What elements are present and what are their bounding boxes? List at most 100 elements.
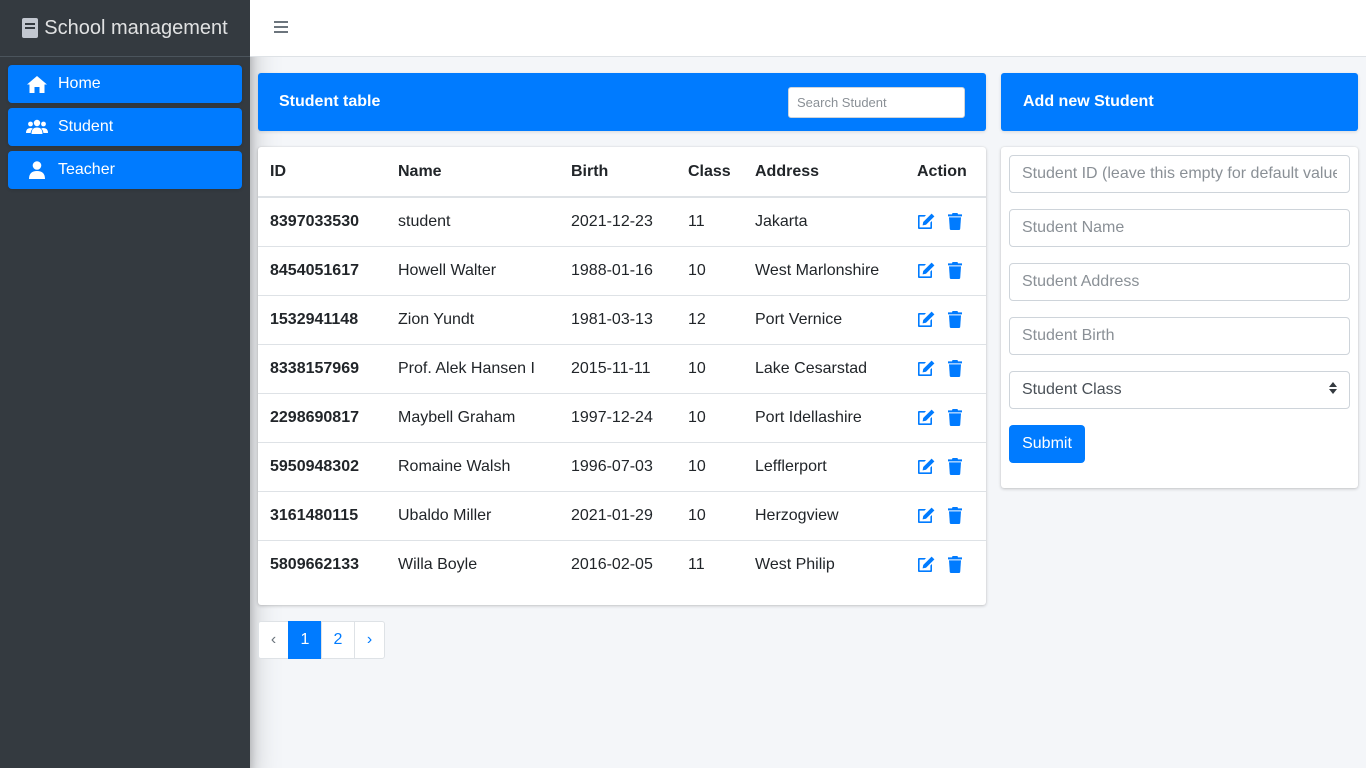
column-header-birth: Birth — [559, 147, 676, 198]
add-student-form: Student Class Submit — [1001, 147, 1358, 488]
student-name-cell: Maybell Graham — [386, 393, 559, 443]
edit-icon[interactable] — [917, 507, 935, 525]
trash-icon[interactable] — [946, 311, 964, 329]
table-row: 3161480115 Ubaldo Miller 2021-01-29 10 Herzo… — [258, 491, 986, 541]
student-table-card: ID Name Birth Class Address Action 83970… — [258, 147, 986, 605]
edit-icon[interactable] — [917, 213, 935, 231]
student-address-cell: West Philip — [755, 555, 835, 573]
student-class-cell: 10 — [676, 491, 743, 541]
student-address-field[interactable] — [1009, 263, 1350, 301]
student-id-cell: 8397033530 — [258, 197, 386, 247]
student-birth-cell: 1997-12-24 — [559, 393, 676, 443]
add-student-header: Add new Student — [1001, 73, 1358, 131]
sidebar: School management Home Student Teacher — [0, 0, 250, 768]
sidebar-item-student[interactable]: Student — [8, 108, 242, 146]
student-name-cell: Ubaldo Miller — [386, 491, 559, 541]
table-header-row: ID Name Birth Class Address Action — [258, 147, 986, 198]
student-birth-cell: 2021-01-29 — [559, 491, 676, 541]
table-row: 5950948302 Romaine Walsh 1996-07-03 10 Leffl… — [258, 442, 986, 492]
trash-icon[interactable] — [946, 458, 964, 476]
action-cell — [905, 491, 986, 541]
edit-icon[interactable] — [917, 458, 935, 476]
student-name-cell: Romaine Walsh — [386, 442, 559, 492]
column-header-action: Action — [905, 147, 986, 198]
app-title: School management — [44, 16, 228, 39]
student-name-cell: Willa Boyle — [398, 555, 478, 573]
student-address-cell: West Marlonshire — [743, 246, 905, 296]
student-class-cell: 11 — [688, 555, 705, 573]
student-address-cell: Port Idellashire — [743, 393, 905, 443]
edit-icon[interactable] — [917, 409, 935, 427]
top-navbar — [250, 0, 1366, 57]
student-id-cell: 3161480115 — [258, 491, 386, 541]
student-class-cell: 11 — [676, 197, 743, 247]
sidebar-nav: Home Student Teacher — [0, 57, 250, 202]
brand[interactable]: School management — [0, 0, 250, 57]
student-birth-field[interactable] — [1009, 317, 1350, 355]
student-id-cell: 5950948302 — [258, 442, 386, 492]
student-class-cell: 10 — [676, 344, 743, 394]
sidebar-item-label: Teacher — [58, 161, 115, 178]
student-table: ID Name Birth Class Address Action 83970… — [258, 147, 986, 589]
student-id-cell: 8338157969 — [258, 344, 386, 394]
student-table-header: Student table — [258, 73, 986, 131]
student-address-cell: Lefflerport — [743, 442, 905, 492]
search-input[interactable] — [788, 86, 965, 118]
student-class-cell: 10 — [676, 246, 743, 296]
student-class-select-value: Student Class — [1022, 381, 1122, 398]
edit-icon[interactable] — [917, 311, 935, 329]
student-name-cell: Prof. Alek Hansen I — [386, 344, 559, 394]
column-header-id: ID — [258, 147, 386, 198]
edit-icon[interactable] — [917, 262, 935, 280]
sidebar-item-home[interactable]: Home — [8, 65, 242, 103]
student-address-cell: Herzogview — [743, 491, 905, 541]
student-class-select[interactable]: Student Class — [1009, 371, 1350, 409]
student-address-cell: Lake Cesarstad — [743, 344, 905, 394]
pagination-prev[interactable]: ‹ — [258, 621, 289, 659]
pagination-page-1[interactable]: 1 — [288, 621, 322, 659]
table-row: 8397033530 student 2021-12-23 11 Jakarta — [258, 197, 986, 247]
sort-arrows-icon — [1329, 381, 1337, 399]
users-icon — [26, 118, 48, 136]
action-cell — [905, 344, 986, 394]
student-birth-cell: 2021-12-23 — [559, 197, 676, 247]
column-header-name: Name — [386, 147, 559, 198]
student-address-cell: Jakarta — [743, 197, 905, 247]
trash-icon[interactable] — [946, 262, 964, 280]
sidebar-item-label: Student — [58, 118, 114, 135]
trash-icon[interactable] — [946, 213, 964, 231]
pagination-page-2[interactable]: 2 — [321, 621, 355, 659]
table-row: 8454051617 Howell Walter 1988-01-16 10 West … — [258, 246, 986, 296]
trash-icon[interactable] — [946, 507, 964, 525]
student-id-cell: 5809662133 — [270, 555, 359, 573]
student-name-field[interactable] — [1009, 209, 1350, 247]
edit-icon[interactable] — [917, 360, 935, 378]
action-cell — [905, 442, 986, 492]
student-name-cell: student — [386, 197, 559, 247]
student-class-cell: 10 — [676, 442, 743, 492]
student-name-cell: Zion Yundt — [386, 295, 559, 345]
trash-icon[interactable] — [946, 360, 964, 378]
student-id-cell: 1532941148 — [258, 295, 386, 345]
column-header-class: Class — [676, 147, 743, 198]
submit-button[interactable]: Submit — [1009, 425, 1085, 463]
student-address-cell: Port Vernice — [743, 295, 905, 345]
trash-icon[interactable] — [946, 409, 964, 427]
pagination: ‹ 1 2 › — [258, 621, 385, 659]
action-cell — [905, 197, 986, 247]
student-class-cell: 12 — [676, 295, 743, 345]
table-row: 5809662133 Willa Boyle 2016-02-05 11 West Ph… — [258, 540, 986, 589]
student-id-field[interactable] — [1009, 155, 1350, 193]
table-row: 1532941148 Zion Yundt 1981-03-13 12 Port Ver… — [258, 295, 986, 345]
menu-toggle-icon[interactable] — [274, 21, 288, 35]
student-birth-cell: 1981-03-13 — [559, 295, 676, 345]
action-cell — [905, 393, 986, 443]
pagination-next[interactable]: › — [354, 621, 385, 659]
add-student-title: Add new Student — [1023, 93, 1154, 110]
trash-icon[interactable] — [946, 556, 964, 574]
edit-icon[interactable] — [917, 556, 935, 574]
sidebar-item-teacher[interactable]: Teacher — [8, 151, 242, 189]
book-icon — [22, 18, 39, 38]
action-cell — [905, 246, 986, 296]
table-row: 2298690817 Maybell Graham 1997-12-24 10 Port… — [258, 393, 986, 443]
